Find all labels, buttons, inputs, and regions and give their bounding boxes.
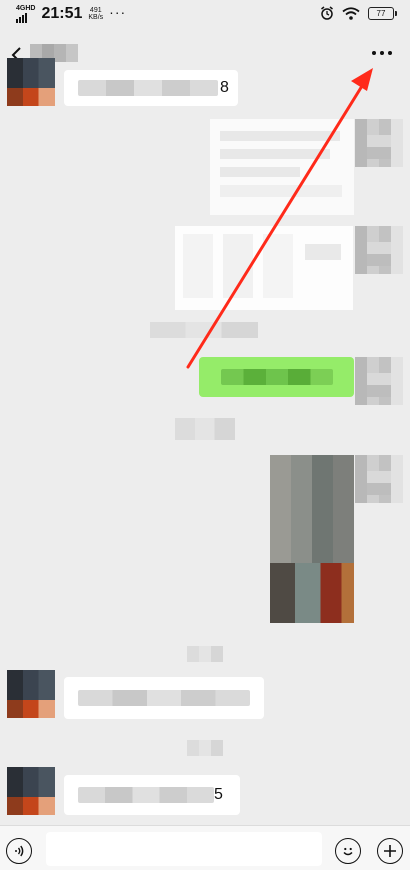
wifi-icon (342, 6, 360, 20)
message-photo-sent[interactable] (270, 455, 354, 623)
speed-value: 491 (89, 7, 102, 14)
network-indicator: 4GHD (16, 5, 35, 23)
signal-icon (16, 13, 35, 23)
speed-unit: KB/s (88, 14, 104, 21)
battery-icon: 77 (368, 6, 397, 20)
message-timestamp (187, 646, 223, 662)
contact-avatar[interactable] (7, 767, 55, 815)
message-text-blurred (78, 80, 218, 96)
message-input[interactable] (46, 832, 322, 866)
my-avatar[interactable] (355, 226, 403, 274)
network-speed: 491 KB/s (88, 7, 103, 21)
message-timestamp (175, 418, 235, 440)
network-label: 4GHD (16, 5, 36, 12)
status-right: 77 (320, 6, 397, 20)
voice-icon[interactable] (6, 838, 32, 864)
plus-icon[interactable] (377, 838, 403, 864)
contact-avatar[interactable] (7, 58, 55, 106)
more-dots-icon[interactable] (372, 48, 394, 58)
message-bubble-received[interactable]: 8 (64, 70, 238, 106)
message-text-blurred (221, 369, 333, 385)
status-left: 4GHD 21:51 491 KB/s ··· (16, 4, 127, 23)
message-text-blurred (78, 690, 250, 706)
message-bubble-received[interactable] (64, 677, 264, 719)
my-avatar[interactable] (355, 357, 403, 405)
message-bubble-sent[interactable] (199, 357, 354, 397)
my-avatar[interactable] (355, 119, 403, 167)
message-bubble-received[interactable]: 5 (64, 775, 240, 815)
input-bar (0, 825, 410, 870)
message-text-blurred (78, 787, 214, 803)
emoji-icon[interactable] (335, 838, 361, 864)
alarm-icon (321, 6, 333, 20)
message-timestamp (187, 740, 223, 756)
message-card-sent[interactable] (210, 119, 354, 215)
battery-level: 77 (376, 8, 386, 18)
contact-avatar[interactable] (7, 670, 55, 718)
status-bar: 4GHD 21:51 491 KB/s ··· 77 (0, 0, 410, 30)
message-text-suffix: 8 (220, 79, 229, 96)
message-image-sent[interactable] (175, 226, 353, 310)
status-time: 21:51 (41, 5, 83, 22)
status-more-dots: ··· (109, 4, 127, 20)
my-avatar[interactable] (355, 455, 403, 503)
message-text-suffix: 5 (214, 786, 223, 803)
message-timestamp (150, 322, 258, 338)
